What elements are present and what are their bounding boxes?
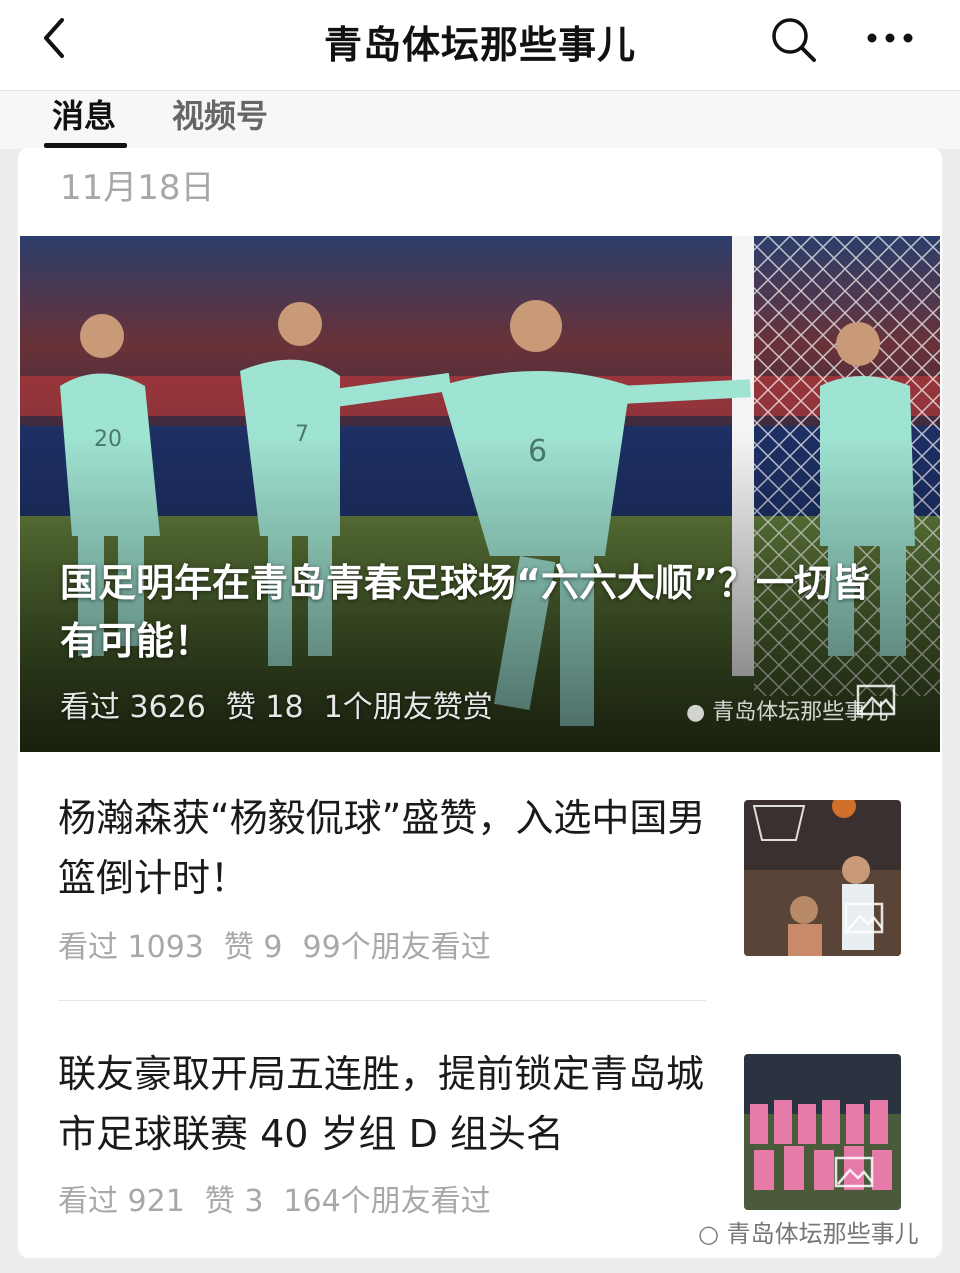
- hero-stats: 看过 3626 赞 18 1个朋友赞赏: [60, 682, 513, 726]
- footer-watermark: ○ 青岛体坛那些事儿: [698, 1214, 919, 1249]
- article-title: 联友豪取开局五连胜，提前锁定青岛城市足球联赛 40 岁组 D 组头名: [58, 1052, 705, 1156]
- search-icon: [772, 18, 816, 62]
- friend-activity: 164个朋友看过: [283, 1184, 491, 1219]
- hero-image: 20 7 6: [20, 236, 940, 752]
- article-stats: 看过 921 赞 3 164个朋友看过: [58, 1176, 511, 1220]
- article-title: 杨瀚森获“杨毅侃球”盛赞，入选中国男篮倒计时！: [58, 796, 706, 900]
- wechat-icon: ○: [698, 1220, 719, 1248]
- like-count: 赞 3: [204, 1184, 264, 1219]
- image-icon: [844, 902, 884, 934]
- tab-messages[interactable]: 消息: [52, 91, 116, 137]
- divider: [58, 1000, 706, 1001]
- friend-activity: 1个朋友赞赏: [323, 690, 493, 725]
- image-icon: [834, 1156, 874, 1188]
- footer-watermark-text: 青岛体坛那些事儿: [726, 1220, 919, 1248]
- article-thumbnail: [744, 1054, 901, 1210]
- article-thumbnail: [744, 800, 901, 956]
- article-stats: 看过 1093 赞 9 99个朋友看过: [58, 922, 511, 966]
- view-count: 看过 3626: [60, 690, 206, 725]
- wechat-icon: ●: [686, 700, 706, 725]
- like-count: 赞 18: [225, 690, 304, 725]
- top-bar: 青岛体坛那些事儿: [0, 0, 960, 91]
- more-dots-icon: [867, 33, 913, 43]
- tab-bar: 消息 视频号: [0, 91, 960, 149]
- view-count: 看过 921: [58, 1184, 185, 1219]
- message-card: 11月18日 7 国足明年在青岛青春足球场“六六大顺”？一切皆有可能！ 看过 3…: [18, 148, 942, 1258]
- search-button[interactable]: [768, 14, 820, 66]
- more-button[interactable]: [862, 20, 918, 56]
- tab-channels[interactable]: 视频号: [172, 91, 268, 137]
- hero-title: 国足明年在青岛青春足球场“六六大顺”？一切皆有可能！: [60, 561, 870, 663]
- view-count: 看过 1093: [58, 930, 204, 965]
- message-date: 11月18日: [60, 168, 215, 208]
- friend-activity: 99个朋友看过: [302, 930, 491, 965]
- hero-article[interactable]: 20 7 6 国足明年在青岛青春足球场“六六大顺”？一切皆有可能！ 看过 362…: [20, 236, 940, 752]
- image-icon: [856, 684, 896, 716]
- like-count: 赞 9: [223, 930, 283, 965]
